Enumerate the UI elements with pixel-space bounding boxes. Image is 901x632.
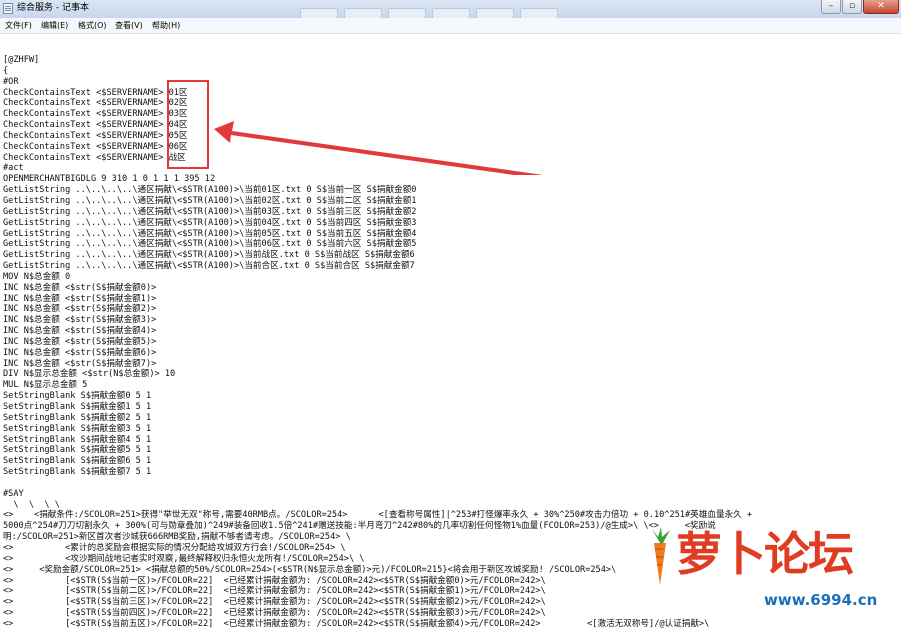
editor-line: CheckContainsText <$SERVERNAME> 05区 (3, 130, 188, 141)
editor-line: GetListString ..\..\..\..\通区捐献\<$STR(A10… (3, 261, 415, 272)
editor-line: CheckContainsText <$SERVERNAME> 战区 (3, 152, 186, 163)
editor-line: GetListString ..\..\..\..\通区捐献\<$STR(A10… (3, 239, 417, 250)
editor-line: <> <累计的总奖励会根据实际的情况分配给攻城双方行会!/SCOLOR=254>… (3, 542, 346, 553)
menu-bar: 文件(F) 编辑(E) 格式(O) 查看(V) 帮助(H) (0, 18, 901, 34)
editor-line: #act (3, 163, 24, 174)
annotation-arrow (214, 121, 544, 175)
editor-line: INC N$总金额 <$str(S$捐献金额0)> (3, 282, 157, 293)
editor-line: 明:/SCOLOR=251>新区首次者沙城获666RMB奖励,捐献不够者请考虑。… (3, 532, 351, 543)
editor-line: <> <捐献条件:/SCOLOR=251>获得"举世无双"称号,需要40RMB点… (3, 510, 753, 521)
highlight-box (167, 80, 209, 169)
editor-line: CheckContainsText <$SERVERNAME> 01区 (3, 87, 188, 98)
editor-line: SetStringBlank S$捐献金额0 5 1 (3, 391, 152, 402)
editor-line: INC N$总金额 <$str(S$捐献金额2)> (3, 304, 157, 315)
editor-line: <> <奖励金额/SCOLOR=251> <捐献总额的50%/SCOLOR=25… (3, 564, 617, 575)
editor-line: <> [<$STR(S$当前一区)>/FCOLOR=22] <已经累计捐献金额为… (3, 575, 546, 586)
editor-line: INC N$总金额 <$str(S$捐献金额4)> (3, 326, 157, 337)
editor-line: [@ZHFW] (3, 55, 40, 65)
watermark-logo-text: 萝卜论坛 (676, 527, 854, 581)
editor-line: INC N$总金额 <$str(S$捐献金额3)> (3, 315, 157, 326)
editor-line: GetListString ..\..\..\..\通区捐献\<$STR(A10… (3, 250, 415, 261)
editor-line: INC N$总金额 <$str(S$捐献金额1)> (3, 293, 157, 304)
editor-line: INC N$总金额 <$str(S$捐献金额7)> (3, 358, 157, 369)
editor-line: { (3, 65, 9, 76)
editor-line: CheckContainsText <$SERVERNAME> 04区 (3, 120, 188, 131)
editor-line: INC N$总金额 <$str(S$捐献金额6)> (3, 347, 157, 358)
editor-line: GetListString ..\..\..\..\通区捐献\<$STR(A10… (3, 228, 417, 239)
minimize-icon[interactable]: – (821, 0, 841, 14)
editor-line: OPENMERCHANTBIGDLG 9 310 1 0 1 1 1 395 1… (3, 174, 216, 185)
watermark-url: www.6994.cn (764, 591, 878, 609)
maximize-icon[interactable]: ▫ (842, 0, 862, 14)
editor-line: MUL N$显示总金额 5 (3, 380, 88, 391)
editor-line: <> [<$STR(S$当前三区)>/FCOLOR=22] <已经累计捐献金额为… (3, 597, 546, 608)
menu-help[interactable]: 帮助(H) (152, 20, 180, 31)
editor-line: CheckContainsText <$SERVERNAME> 03区 (3, 109, 188, 120)
editor-line: MOV N$总金额 0 (3, 271, 71, 282)
window-title: 综合服务 - 记事本 (17, 3, 89, 13)
menu-format[interactable]: 格式(O) (78, 20, 107, 31)
editor-line: 5000点^254#刀刀切割永久 + 300%(可与勋章叠加)^249#装备回收… (3, 521, 716, 532)
carrot-icon (652, 527, 670, 585)
editor-line: CheckContainsText <$SERVERNAME> 06区 (3, 141, 188, 152)
editor-line: GetListString ..\..\..\..\通区捐献\<$STR(A10… (3, 217, 417, 228)
editor-line: #OR (3, 76, 19, 87)
editor-line: GetListString ..\..\..\..\通区捐献\<$STR(A10… (3, 185, 417, 196)
watermark: 萝卜论坛 www.6994.cn (634, 525, 896, 629)
title-bar[interactable]: 综合服务 - 记事本 – ▫ ✕ (0, 0, 901, 19)
background-tabs (300, 4, 564, 19)
menu-file[interactable]: 文件(F) (5, 20, 32, 31)
close-icon[interactable]: ✕ (863, 0, 899, 14)
editor-line: SetStringBlank S$捐献金额4 5 1 (3, 434, 152, 445)
editor-line: CheckContainsText <$SERVERNAME> 02区 (3, 98, 188, 109)
editor-line: SetStringBlank S$捐献金额1 5 1 (3, 402, 152, 412)
window-controls: – ▫ ✕ (820, 0, 899, 16)
editor-line: <> [<$STR(S$当前五区)>/FCOLOR=22] <已经累计捐献金额为… (3, 618, 710, 629)
editor-line: GetListString ..\..\..\..\通区捐献\<$STR(A10… (3, 195, 417, 206)
editor-line: <> [<$STR(S$当前二区)>/FCOLOR=22] <已经累计捐献金额为… (3, 586, 546, 597)
editor-line: <> [<$STR(S$当前四区)>/FCOLOR=22] <已经累计捐献金额为… (3, 608, 546, 619)
editor-line: SetStringBlank S$捐献金额5 5 1 (3, 445, 152, 456)
editor-line: SetStringBlank S$捐献金额6 5 1 (3, 456, 152, 467)
editor-line: \ \ \ \ (3, 499, 60, 510)
editor-line: SetStringBlank S$捐献金额7 5 1 (3, 467, 152, 478)
editor-line: #SAY (3, 488, 24, 499)
editor-line: SetStringBlank S$捐献金额2 5 1 (3, 412, 152, 423)
menu-edit[interactable]: 编辑(E) (41, 20, 68, 31)
editor-line: DIV N$显示总金额 <$str(N$总金额)> 10 (3, 369, 176, 380)
editor-line: SetStringBlank S$捐献金额3 5 1 (3, 423, 152, 434)
editor-line: INC N$总金额 <$str(S$捐献金额5)> (3, 336, 157, 347)
editor-line: GetListString ..\..\..\..\通区捐献\<$STR(A10… (3, 206, 417, 217)
menu-view[interactable]: 查看(V) (115, 20, 143, 31)
notepad-icon (3, 3, 13, 14)
editor-line: <> <攻沙期间战地记者实时观察,最终解释权归永恒火龙所有!/SCOLOR=25… (3, 553, 365, 564)
